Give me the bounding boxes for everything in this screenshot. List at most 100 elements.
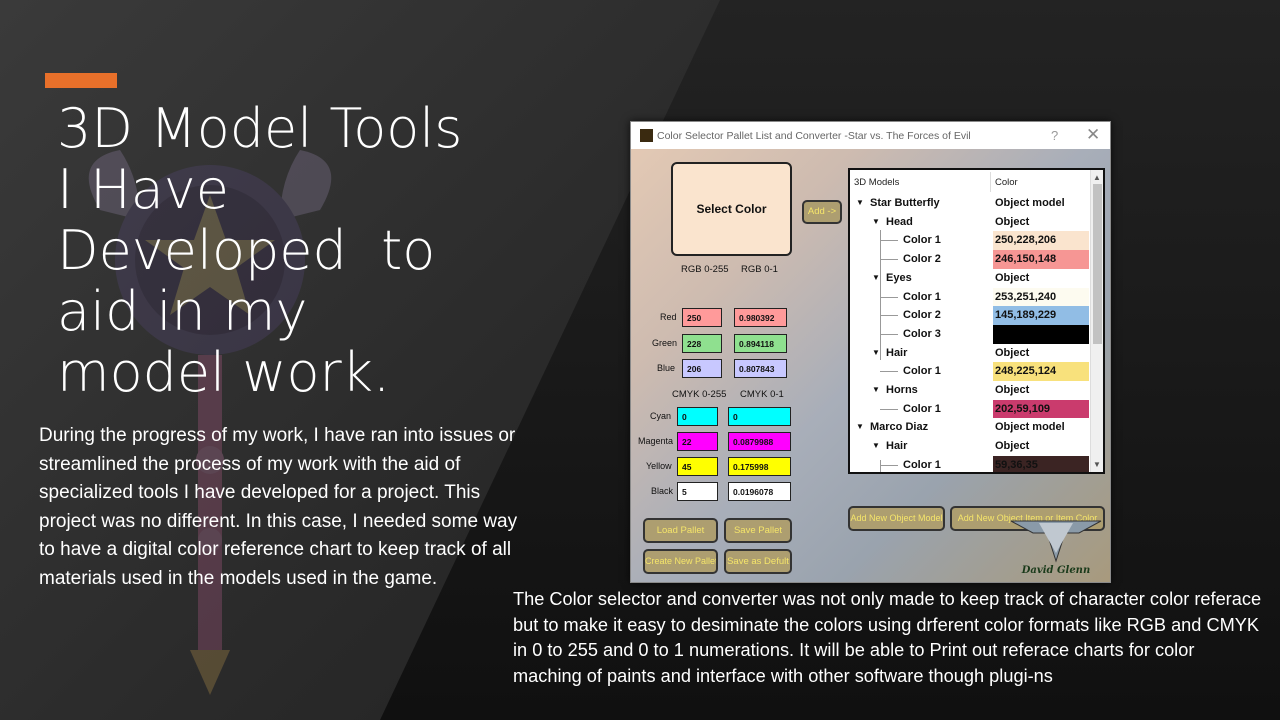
tree-item-type: Object [995, 346, 1030, 359]
red-255-field[interactable]: 250 [682, 308, 722, 327]
model-tree[interactable]: 3D Models Color ▼ Star Butterfly Object mo… [848, 168, 1105, 474]
scroll-down-icon[interactable]: ▼ [1093, 460, 1101, 469]
black-255-field[interactable]: 5 [677, 482, 718, 501]
tree-item-label: Color 1 [903, 458, 941, 471]
tree-row[interactable]: ▼ Horns Object [850, 381, 1090, 400]
yellow-1-field[interactable]: 0.175998 [728, 457, 791, 476]
tree-connector [880, 460, 881, 472]
tree-item-label: Color 1 [903, 290, 941, 303]
tree-row[interactable]: Color 2 246,150,148 [850, 250, 1090, 269]
color-swatch-value: 59,36,35 [993, 455, 1089, 472]
color-swatch-value [993, 324, 1089, 344]
save-as-default-button[interactable]: Save as Defult [724, 549, 792, 574]
magenta-label: Magenta [638, 436, 674, 446]
green-1-field[interactable]: 0.894118 [734, 334, 787, 353]
models-column-header: 3D Models [854, 177, 900, 188]
window-titlebar: Color Selector Pallet List and Converter… [631, 122, 1110, 149]
title-accent-bar [45, 73, 117, 88]
expand-arrow-icon[interactable]: ▼ [872, 441, 880, 450]
rgb-255-header: RGB 0-255 [681, 264, 729, 275]
tree-row[interactable]: ▼ Hair Object [850, 437, 1090, 456]
save-pallet-button[interactable]: Save Pallet [724, 518, 792, 543]
expand-arrow-icon[interactable]: ▼ [872, 217, 880, 226]
tree-item-type: Object [995, 440, 1030, 453]
magenta-1-field[interactable]: 0.0879988 [728, 432, 791, 451]
add-object-model-button[interactable]: Add New Object Model [848, 506, 945, 531]
expand-arrow-icon[interactable]: ▼ [872, 348, 880, 357]
tree-item-label: Hair [886, 346, 908, 359]
help-button[interactable]: ? [1051, 128, 1058, 143]
green-255-field[interactable]: 228 [682, 334, 722, 353]
tree-connector [880, 259, 898, 261]
rgb-1-header: RGB 0-1 [741, 264, 778, 275]
tree-row[interactable]: ▼ Eyes Object [850, 269, 1090, 288]
tree-row[interactable]: Color 1 248,225,124 [850, 362, 1090, 381]
tree-row[interactable]: ▼ Star Butterfly Object model [850, 194, 1090, 213]
tree-connector [880, 371, 898, 373]
title-line: 3D Model Tools [57, 97, 463, 160]
color-swatch-value: 202,59,109 [993, 399, 1089, 419]
tree-item-label: Horns [886, 384, 918, 396]
expand-arrow-icon[interactable]: ▼ [872, 273, 880, 282]
tree-item-label: Marco Diaz [870, 421, 929, 434]
tree-header: 3D Models Color [850, 170, 1090, 194]
green-label: Green [652, 338, 678, 348]
tree-row[interactable]: Color 1 253,251,240 [850, 287, 1090, 307]
yellow-255-field[interactable]: 45 [677, 457, 718, 476]
blue-label: Blue [657, 363, 676, 373]
tree-item-type: Object model [995, 421, 1065, 434]
tree-row[interactable]: Color 1 202,59,109 [850, 399, 1090, 419]
tree-row[interactable]: Color 1 250,228,206 [850, 231, 1090, 251]
body-text-left: During the progress of my work, I have r… [39, 425, 518, 589]
tree-item-type: Object [995, 384, 1030, 396]
window-client-area: Select Color Add -> RGB 0-255 RGB 0-1 Re… [631, 149, 1110, 582]
blue-1-field[interactable]: 0.807843 [734, 359, 787, 378]
app-icon [640, 129, 653, 142]
black-1-field[interactable]: 0.0196078 [728, 482, 791, 501]
tree-row[interactable]: Color 2 145,189,229 [850, 306, 1090, 325]
tree-item-type: Object [995, 271, 1030, 284]
load-pallet-button[interactable]: Load Pallet [643, 518, 718, 543]
tree-item-label: Color 3 [903, 327, 941, 340]
select-color-button[interactable]: Select Color [671, 162, 792, 256]
blue-255-field[interactable]: 206 [682, 359, 722, 378]
scroll-up-icon[interactable]: ▲ [1093, 173, 1101, 182]
body-text-right: The Color selector and converter was not… [513, 589, 1262, 686]
color-swatch-value: 250,228,206 [993, 231, 1089, 251]
red-1-field[interactable]: 0.980392 [734, 308, 787, 327]
tree-item-label: Hair [886, 440, 908, 453]
svg-text:David Glenn: David Glenn [1021, 565, 1090, 576]
color-swatch-value: 248,225,124 [993, 362, 1089, 381]
tree-item-label: Color 1 [903, 365, 941, 378]
expand-arrow-icon[interactable]: ▼ [872, 385, 880, 394]
color-swatch-value: 246,150,148 [993, 250, 1089, 269]
tree-scrollbar[interactable]: ▲ ▼ [1090, 170, 1103, 472]
tree-row[interactable]: ▼ Marco Diaz Object model [850, 418, 1090, 437]
color-column-header: Color [995, 177, 1018, 188]
title-line: model work. [57, 341, 391, 404]
tree-row[interactable]: ▼ Hair Object [850, 344, 1090, 363]
tree-connector [880, 230, 881, 360]
expand-arrow-icon[interactable]: ▼ [856, 422, 864, 431]
add-button[interactable]: Add -> [802, 200, 842, 224]
tree-connector [880, 408, 898, 410]
header-separator [990, 172, 991, 192]
window-title: Color Selector Pallet List and Converter… [657, 130, 971, 142]
tree-row[interactable]: Color 1 59,36,35 [850, 455, 1090, 472]
tree-connector [880, 333, 898, 335]
cyan-1-field[interactable]: 0 [728, 407, 791, 426]
tree-connector [880, 240, 898, 242]
tree-row[interactable]: Color 3 [850, 324, 1090, 344]
expand-arrow-icon[interactable]: ▼ [856, 198, 864, 207]
create-new-pallet-button[interactable]: Create New Pallet [643, 549, 718, 574]
red-label: Red [660, 312, 677, 322]
title-line: aid in my [57, 280, 308, 343]
magenta-255-field[interactable]: 22 [677, 432, 718, 451]
scroll-thumb[interactable] [1093, 184, 1102, 344]
tree-row[interactable]: ▼ Head Object [850, 213, 1090, 232]
close-button[interactable]: ✕ [1086, 125, 1100, 145]
black-label: Black [651, 486, 674, 496]
tree-connector [880, 296, 898, 298]
cyan-255-field[interactable]: 0 [677, 407, 718, 426]
tree-item-label: Eyes [886, 271, 912, 284]
